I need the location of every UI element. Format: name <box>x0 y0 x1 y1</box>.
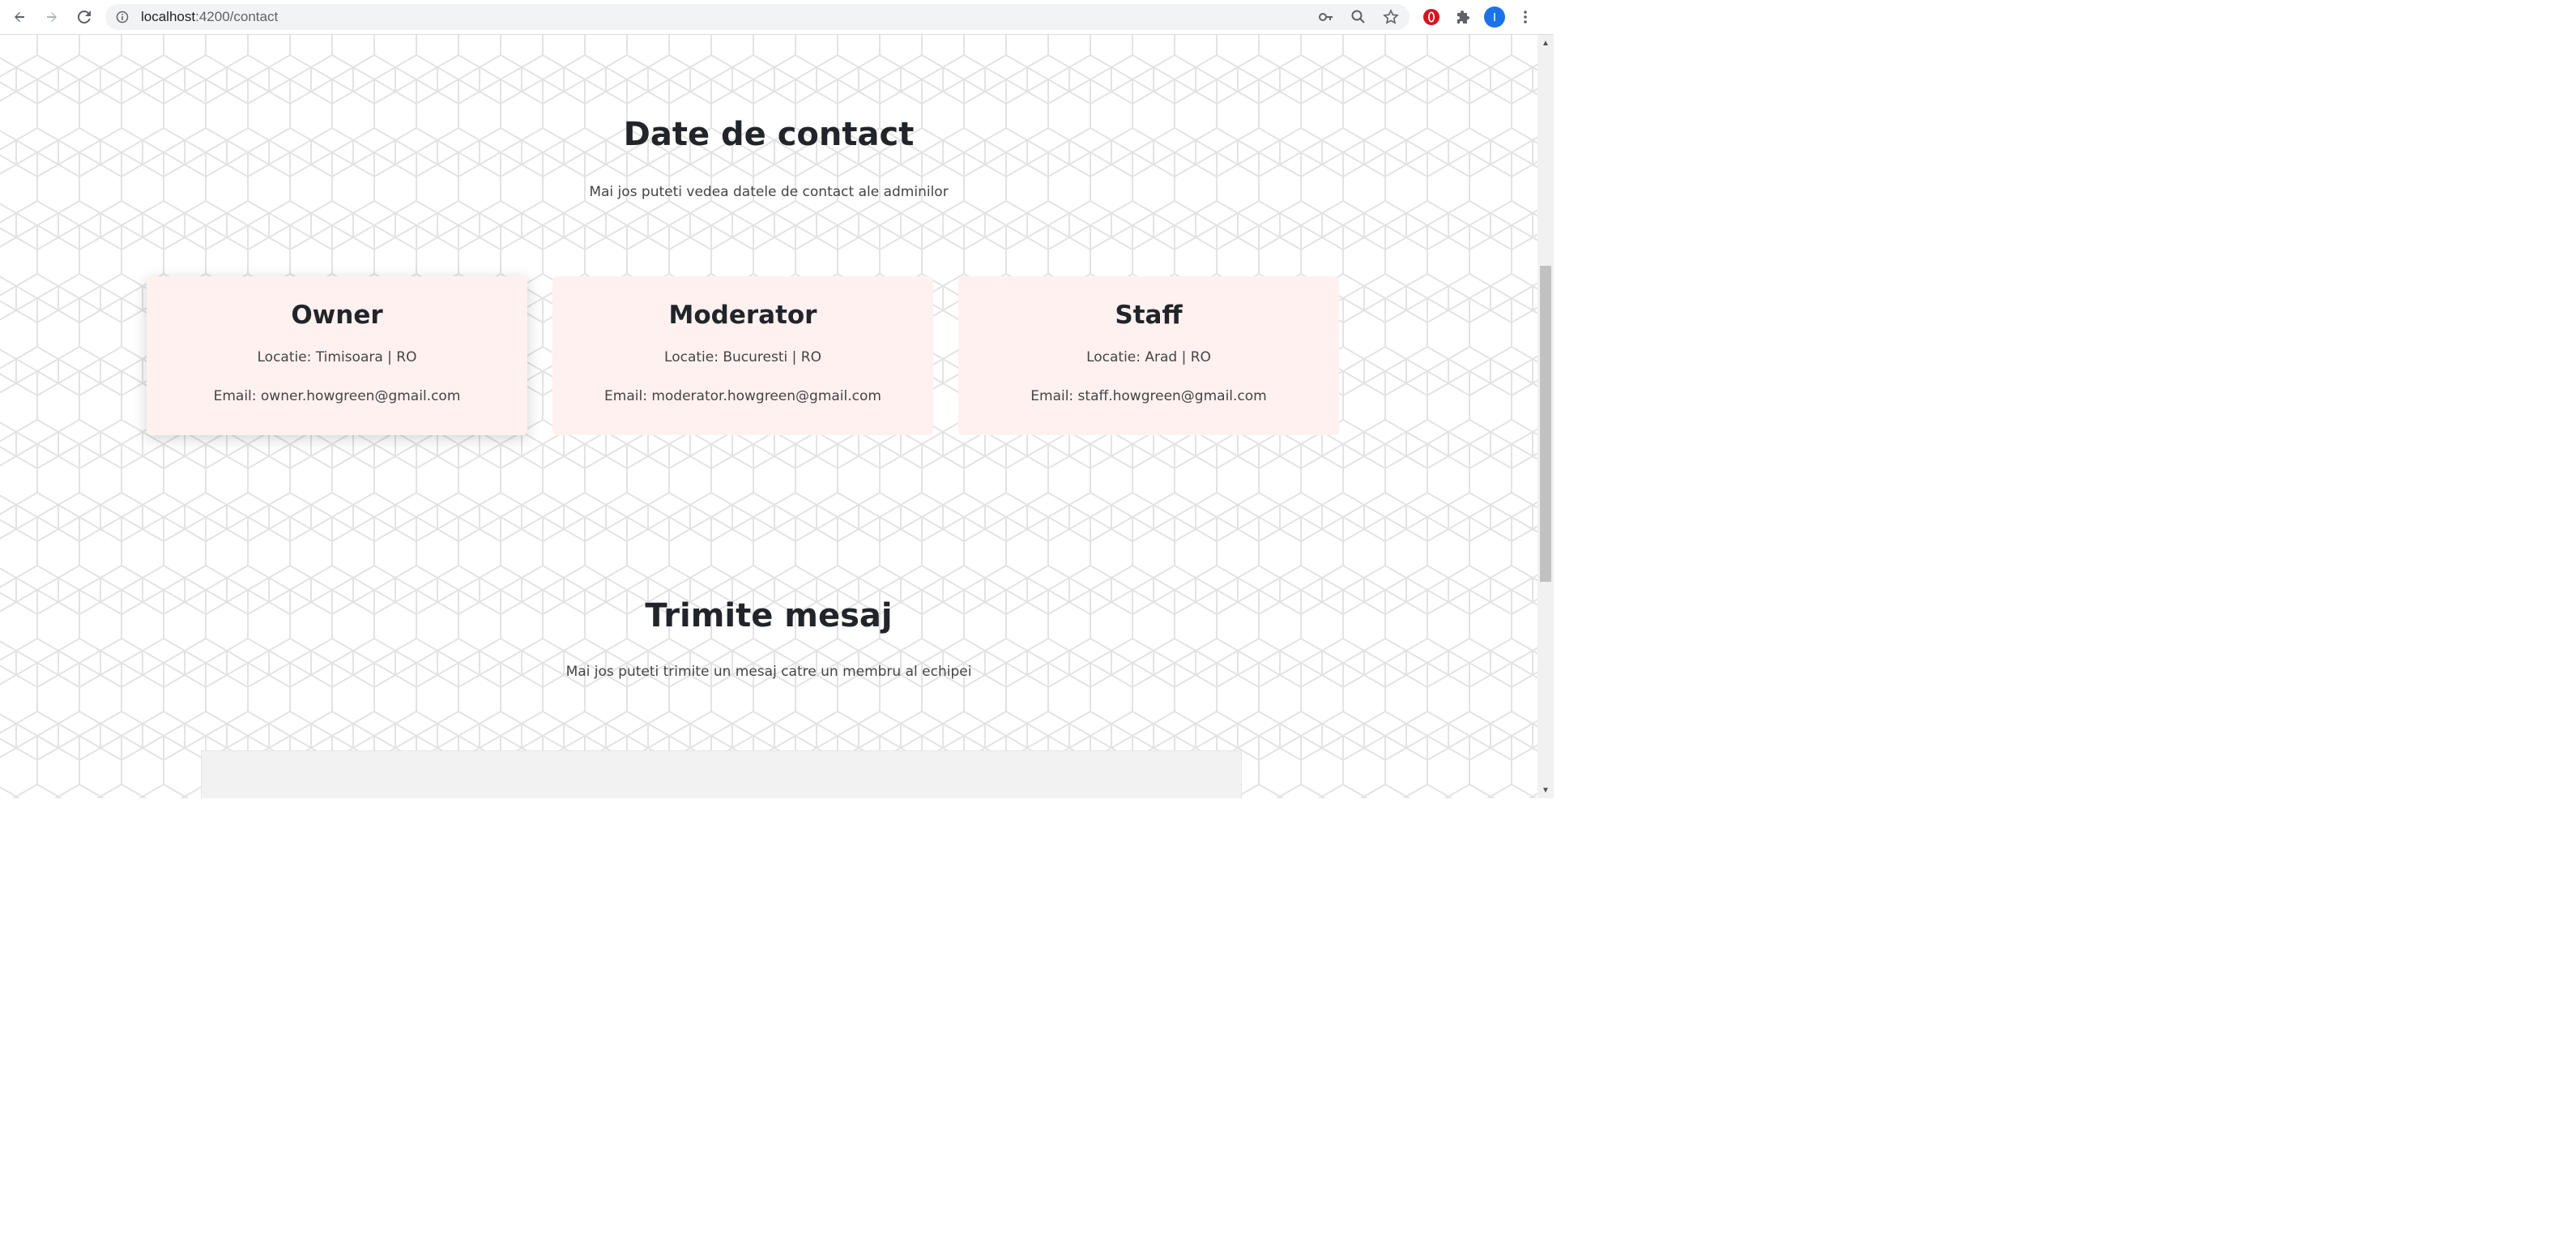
card-role: Owner <box>291 301 383 330</box>
star-icon[interactable] <box>1380 6 1401 28</box>
owner-card: Owner Locatie: Timisoara | RO Email: own… <box>147 276 527 435</box>
scroll-up-icon[interactable]: ▲ <box>1537 35 1554 51</box>
url-path: :4200/contact <box>195 9 279 24</box>
moderator-card: Moderator Locatie: Bucuresti | RO Email:… <box>552 276 933 435</box>
address-bar[interactable]: localhost:4200/contact <box>105 4 1410 30</box>
card-location: Locatie: Arad | RO <box>1086 349 1211 365</box>
profile-avatar[interactable]: I <box>1484 6 1505 28</box>
forward-button[interactable] <box>39 4 65 30</box>
back-button[interactable] <box>6 4 32 30</box>
contact-section-title: Date de contact <box>623 116 915 153</box>
kebab-menu-icon[interactable] <box>1513 5 1537 29</box>
card-email: Email: moderator.howgreen@gmail.com <box>604 388 881 404</box>
arrow-left-icon <box>15 12 24 22</box>
message-form[interactable] <box>201 750 1242 798</box>
browser-toolbar: localhost:4200/contact I <box>0 0 1554 35</box>
card-role: Moderator <box>668 301 817 330</box>
card-role: Staff <box>1115 301 1183 330</box>
info-icon[interactable] <box>115 10 130 24</box>
puzzle-icon[interactable] <box>1452 5 1476 29</box>
scroll-down-icon[interactable]: ▼ <box>1537 782 1554 798</box>
arrow-right-icon <box>47 12 57 22</box>
message-section-subtitle: Mai jos puteti trimite un mesaj catre un… <box>565 664 972 680</box>
address-bar-actions <box>1316 4 1401 30</box>
extension-icons: I <box>1419 4 1537 30</box>
browser-window: localhost:4200/contact I Date de contact… <box>0 0 1554 798</box>
card-email: Email: staff.howgreen@gmail.com <box>1030 388 1267 404</box>
card-location: Locatie: Timisoara | RO <box>257 349 417 365</box>
reload-icon <box>77 10 91 23</box>
staff-card: Staff Locatie: Arad | RO Email: staff.ho… <box>958 276 1339 435</box>
opera-extension-icon[interactable] <box>1419 5 1444 29</box>
zoom-icon[interactable] <box>1348 6 1369 28</box>
vertical-scrollbar[interactable]: ▲ ▼ <box>1537 35 1554 798</box>
card-location: Locatie: Bucuresti | RO <box>664 349 821 365</box>
message-section-title: Trimite mesaj <box>645 597 893 634</box>
key-icon[interactable] <box>1316 6 1337 28</box>
page-viewport: Date de contact Mai jos puteti vedea dat… <box>0 35 1537 798</box>
card-email: Email: owner.howgreen@gmail.com <box>213 388 461 404</box>
url-host: localhost <box>141 9 196 24</box>
contact-section-subtitle: Mai jos puteti vedea datele de contact a… <box>589 184 949 200</box>
url-text[interactable]: localhost:4200/contact <box>141 9 278 25</box>
scrollbar-thumb[interactable] <box>1540 266 1551 582</box>
reload-button[interactable] <box>71 4 97 30</box>
